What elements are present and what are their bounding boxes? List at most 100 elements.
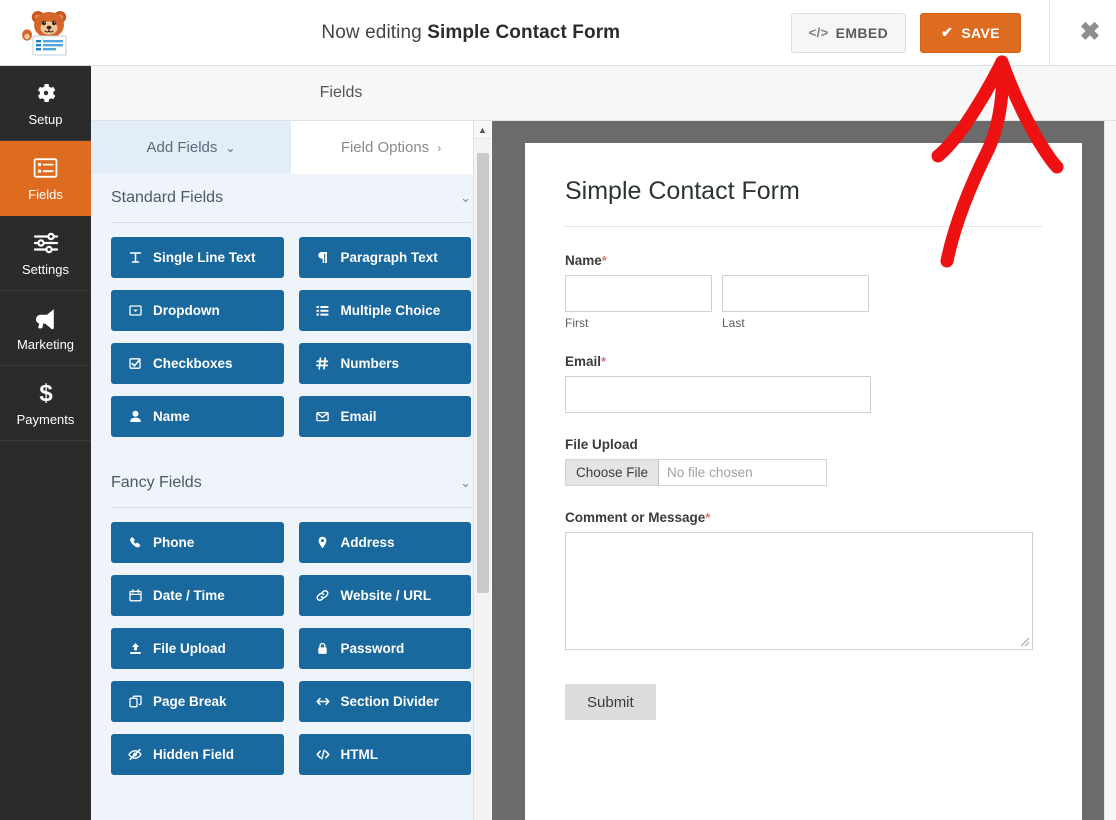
- sidebar-filler: [0, 441, 91, 820]
- preview-form-title: Simple Contact Form: [565, 177, 800, 205]
- field-button-label: Name: [153, 409, 190, 424]
- form-preview-area: Simple Contact Form Name* First Last Ema…: [492, 121, 1116, 820]
- standard-fields-grid: Single Line Text Paragraph Text Dropdown…: [111, 237, 471, 437]
- page-title: Now editing Simple Contact Form: [91, 22, 791, 44]
- link-icon: [315, 589, 331, 602]
- section-divider: [111, 222, 471, 223]
- section-fancy-fields-header[interactable]: Fancy Fields ⌄: [111, 459, 471, 507]
- field-button-date-time[interactable]: Date / Time: [111, 575, 284, 616]
- field-button-html[interactable]: HTML: [298, 734, 471, 775]
- field-button-email[interactable]: Email: [298, 396, 471, 437]
- field-button-hidden-field[interactable]: Hidden Field: [111, 734, 284, 775]
- field-button-phone[interactable]: Phone: [111, 522, 284, 563]
- field-button-name[interactable]: Name: [111, 396, 284, 437]
- email-input[interactable]: [565, 376, 871, 413]
- tab-add-fields[interactable]: Add Fields ⌄: [91, 121, 291, 174]
- field-button-label: File Upload: [153, 641, 226, 656]
- required-mark: *: [601, 354, 607, 369]
- sliders-icon: [33, 230, 59, 256]
- chevron-down-icon: ⌄: [225, 140, 236, 155]
- sidebar-item-fields[interactable]: Fields: [0, 141, 91, 216]
- embed-button-label: EMBED: [835, 24, 889, 41]
- preview-field-email[interactable]: Email*: [565, 354, 1042, 413]
- field-button-numbers[interactable]: Numbers: [298, 343, 471, 384]
- field-button-dropdown[interactable]: Dropdown: [111, 290, 284, 331]
- field-button-label: Email: [340, 409, 377, 424]
- field-button-checkboxes[interactable]: Checkboxes: [111, 343, 284, 384]
- choose-file-button[interactable]: Choose File: [566, 460, 660, 485]
- name-first-input[interactable]: [565, 275, 712, 312]
- field-button-file-upload[interactable]: File Upload: [111, 628, 284, 669]
- sidebar-item-label: Marketing: [16, 336, 75, 352]
- name-last-col: Last: [722, 275, 869, 330]
- field-button-label: Checkboxes: [153, 356, 233, 371]
- panel-scrollbar[interactable]: ▲: [473, 121, 491, 820]
- name-inputs-row: First Last: [565, 275, 1042, 330]
- chevron-down-icon: ⌄: [460, 190, 471, 205]
- envelope-icon: [315, 410, 331, 423]
- embed-button[interactable]: </> EMBED: [790, 12, 907, 53]
- fancy-fields-grid: Phone Address Date / Time Website / URL …: [111, 522, 471, 775]
- form-title-divider: [565, 226, 1042, 227]
- page-scrollbar[interactable]: [1104, 121, 1116, 820]
- sidebar-item-marketing[interactable]: Marketing: [0, 291, 91, 366]
- field-button-label: Address: [340, 535, 395, 550]
- section-title: Standard Fields: [111, 189, 224, 206]
- header-actions: </> EMBED ✔ SAVE ✖: [790, 0, 1116, 66]
- megaphone-icon: [33, 305, 59, 331]
- field-label-text: File Upload: [565, 437, 638, 452]
- pages-icon: [127, 695, 143, 708]
- code-icon: </>: [808, 25, 829, 40]
- field-button-single-line-text[interactable]: Single Line Text: [111, 237, 284, 278]
- calendar-icon: [127, 589, 143, 602]
- section-divider: [111, 507, 471, 508]
- field-button-label: Phone: [153, 535, 195, 550]
- name-last-input[interactable]: [722, 275, 869, 312]
- form-name: Simple Contact Form: [427, 21, 621, 43]
- save-button[interactable]: ✔ SAVE: [920, 12, 1021, 53]
- field-button-label: Paragraph Text: [340, 250, 438, 265]
- tab-field-options[interactable]: Field Options ›: [291, 121, 491, 174]
- section-heading-bar: Fields: [91, 66, 1116, 121]
- panel-scrollbar-thumb[interactable]: [477, 153, 489, 593]
- field-button-label: Multiple Choice: [340, 303, 441, 318]
- form-preview-card: Simple Contact Form Name* First Last Ema…: [525, 143, 1082, 820]
- sidebar-item-setup[interactable]: Setup: [0, 66, 91, 141]
- name-first-sublabel: First: [565, 316, 589, 330]
- section-standard-fields: Standard Fields ⌄ Single Line Text Parag…: [91, 174, 491, 437]
- phone-icon: [127, 536, 143, 549]
- scroll-up-arrow-icon[interactable]: ▲: [474, 121, 491, 139]
- field-button-website-url[interactable]: Website / URL: [298, 575, 471, 616]
- field-button-label: Hidden Field: [153, 747, 234, 762]
- field-button-password[interactable]: Password: [298, 628, 471, 669]
- chevron-right-icon: ›: [437, 140, 442, 155]
- wpforms-logo: [0, 0, 91, 66]
- field-button-page-break[interactable]: Page Break: [111, 681, 284, 722]
- submit-button[interactable]: Submit: [565, 684, 656, 720]
- section-title: Fancy Fields: [111, 474, 202, 491]
- field-button-address[interactable]: Address: [298, 522, 471, 563]
- list-ul-icon: [315, 304, 331, 317]
- field-button-paragraph-text[interactable]: Paragraph Text: [298, 237, 471, 278]
- close-icon[interactable]: ✖: [1064, 0, 1116, 66]
- wpforms-form-builder: Now editing Simple Contact Form </> EMBE…: [0, 0, 1116, 820]
- sidebar-item-settings[interactable]: Settings: [0, 216, 91, 291]
- preview-field-name[interactable]: Name* First Last: [565, 253, 1042, 330]
- preview-field-file-upload[interactable]: File Upload Choose File No file chosen: [565, 437, 1042, 486]
- map-pin-icon: [315, 536, 331, 549]
- preview-field-comment[interactable]: Comment or Message*: [565, 510, 1042, 650]
- name-first-col: First: [565, 275, 712, 330]
- field-button-label: Page Break: [153, 694, 227, 709]
- comment-textarea[interactable]: [565, 532, 1033, 650]
- dropdown-icon: [127, 304, 143, 317]
- paragraph-icon: [315, 251, 331, 264]
- upload-icon: [127, 642, 143, 655]
- file-upload-control[interactable]: Choose File No file chosen: [565, 459, 827, 486]
- field-button-label: Date / Time: [153, 588, 225, 603]
- sidebar-item-payments[interactable]: $ Payments: [0, 366, 91, 441]
- section-standard-fields-header[interactable]: Standard Fields ⌄: [111, 174, 471, 222]
- field-label: Name*: [565, 253, 1042, 268]
- field-button-section-divider[interactable]: Section Divider: [298, 681, 471, 722]
- resize-grip-icon[interactable]: [1020, 637, 1030, 647]
- field-button-multiple-choice[interactable]: Multiple Choice: [298, 290, 471, 331]
